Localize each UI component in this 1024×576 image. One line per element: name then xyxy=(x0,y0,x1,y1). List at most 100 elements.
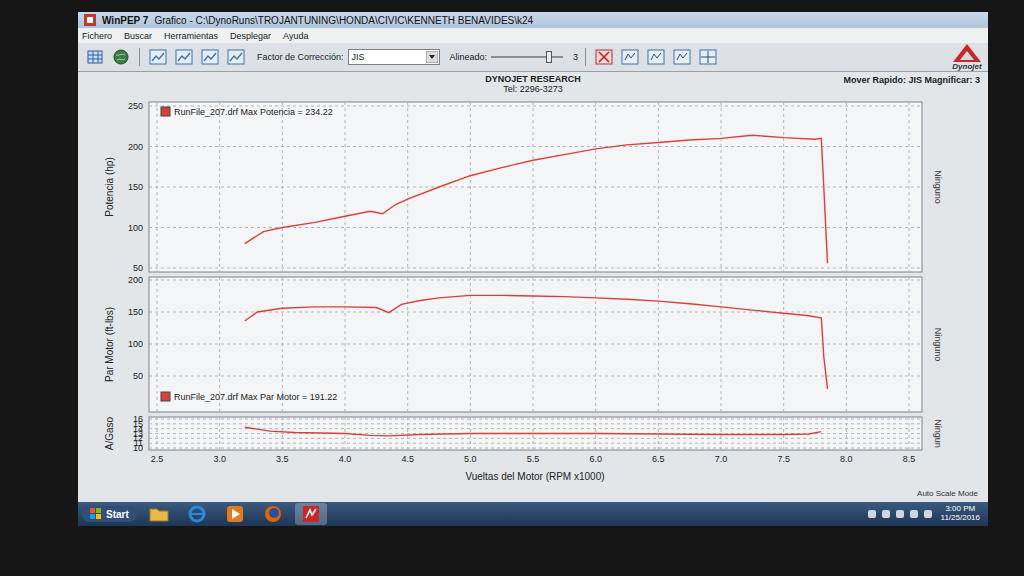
grid-line xyxy=(149,428,922,429)
grid-line xyxy=(149,280,922,281)
grid-line xyxy=(149,146,922,147)
align-slider[interactable] xyxy=(491,50,563,64)
menu-bar: Fichero Buscar Herramientas Desplegar Ayuda xyxy=(78,28,988,43)
view-icon xyxy=(621,49,639,65)
view-icon xyxy=(647,49,665,65)
grid-line xyxy=(783,102,784,272)
clear-button[interactable] xyxy=(593,47,615,67)
graph-icon xyxy=(149,49,167,65)
tray-icon[interactable] xyxy=(923,509,933,519)
tray-icon[interactable] xyxy=(895,509,905,519)
grid-line xyxy=(149,187,922,188)
grid-line xyxy=(149,376,922,377)
y-tick-label: 10 xyxy=(133,443,143,453)
grid-line xyxy=(909,277,910,412)
x-tick-label: 4.5 xyxy=(401,454,414,464)
panel-frame xyxy=(149,277,922,412)
view-button[interactable] xyxy=(671,47,693,67)
dropdown-arrow-icon xyxy=(426,51,438,63)
dyno-chart: 250 200 150 100 50 Potencia (hp) Ninguno RunFil… xyxy=(87,96,977,488)
crosshair-button[interactable] xyxy=(697,47,719,67)
y-axis-title: A/Gaso xyxy=(104,416,115,450)
status-row: Auto Scale Mode xyxy=(78,489,988,502)
firefox-icon xyxy=(264,505,282,523)
align-value: 3 xyxy=(573,52,578,62)
view-icon xyxy=(673,49,691,65)
graph-button[interactable] xyxy=(173,47,195,67)
tray-icon[interactable] xyxy=(881,509,891,519)
winpep-taskbar-button[interactable] xyxy=(295,503,327,525)
legend-text: RunFile_207.drf Max Potencia = 234.22 xyxy=(174,107,333,117)
dynojet-triangle-icon xyxy=(952,43,982,63)
slider-track xyxy=(491,56,563,58)
winpep-icon xyxy=(84,14,96,26)
start-button[interactable]: Start xyxy=(82,506,137,522)
grid-line xyxy=(219,102,220,272)
data-series-line xyxy=(245,427,822,436)
system-tray: 3:00 PM11/25/2016 xyxy=(867,505,984,523)
panel-frame xyxy=(149,417,922,450)
grid-line xyxy=(149,438,922,439)
view-button[interactable] xyxy=(645,47,667,67)
graph-button[interactable] xyxy=(199,47,221,67)
grid-line xyxy=(149,419,922,420)
data-series-line xyxy=(245,295,828,388)
media-player-button[interactable] xyxy=(219,503,251,525)
x-tick-label: 3.0 xyxy=(213,454,226,464)
graph-button[interactable] xyxy=(147,47,169,67)
y-tick-label: 150 xyxy=(128,307,143,317)
graph-icon xyxy=(175,49,193,65)
toolbar-separator xyxy=(585,48,586,66)
windows-logo-icon xyxy=(90,508,102,520)
clock[interactable]: 3:00 PM11/25/2016 xyxy=(937,505,984,523)
x-tick-label: 6.0 xyxy=(589,454,602,464)
grid-line xyxy=(149,344,922,345)
x-tick-label: 5.0 xyxy=(464,454,477,464)
browser-button[interactable] xyxy=(181,503,213,525)
chart-area: 250 200 150 100 50 Potencia (hp) Ninguno RunFil… xyxy=(78,96,988,489)
x-tick-label: 5.5 xyxy=(527,454,540,464)
overlay-label: Ningun xyxy=(933,419,943,448)
explorer-button[interactable] xyxy=(143,503,175,525)
table-button[interactable] xyxy=(84,47,106,67)
window-title: Grafico - C:\DynoRuns\TROJANTUNING\HONDA… xyxy=(154,15,533,26)
x-tick-label: 7.5 xyxy=(777,454,790,464)
y-axis-title: Potencia (hp) xyxy=(104,157,115,216)
grid-line xyxy=(658,277,659,412)
dynojet-logo: Dynojet xyxy=(952,43,982,71)
legend-swatch xyxy=(161,392,170,401)
menu-item[interactable]: Herramientas xyxy=(164,31,218,41)
correction-value: JIS xyxy=(352,52,365,62)
menu-item[interactable]: Fichero xyxy=(82,31,112,41)
view-button[interactable] xyxy=(619,47,641,67)
status-text: Auto Scale Mode xyxy=(917,489,978,502)
grid-line xyxy=(149,227,922,228)
y-tick-label: 50 xyxy=(133,371,143,381)
firefox-button[interactable] xyxy=(257,503,289,525)
monitor-bezel: WinPEP 7Grafico - C:\DynoRuns\TROJANTUNI… xyxy=(0,0,1024,576)
grid-line xyxy=(909,102,910,272)
header-company-block: DYNOJET RESEARCHTel: 2296-3273 xyxy=(485,72,581,96)
y-tick-label: 100 xyxy=(128,223,143,233)
menu-item[interactable]: Buscar xyxy=(124,31,152,41)
slider-thumb[interactable] xyxy=(546,51,552,63)
graph-icon xyxy=(201,49,219,65)
y-tick-label: 50 xyxy=(133,263,143,273)
panel-frame xyxy=(149,102,922,272)
legend-text: RunFile_207.drf Max Par Motor = 191.22 xyxy=(174,392,337,402)
menu-item[interactable]: Desplegar xyxy=(230,31,271,41)
globe-button[interactable] xyxy=(110,47,132,67)
grid-line xyxy=(149,423,922,424)
overlay-label: Ninguno xyxy=(933,328,943,362)
graph-button[interactable] xyxy=(225,47,247,67)
tray-icon[interactable] xyxy=(909,509,919,519)
tray-icon[interactable] xyxy=(867,509,877,519)
legend: RunFile_207.drf Max Par Motor = 191.22 xyxy=(161,392,337,402)
y-tick-label: 200 xyxy=(128,275,143,285)
grid-line xyxy=(149,443,922,444)
y-tick-label: 250 xyxy=(128,101,143,111)
x-tick-label: 3.5 xyxy=(276,454,289,464)
correction-select[interactable]: JIS xyxy=(348,49,440,65)
winpep-icon xyxy=(302,505,320,523)
menu-item[interactable]: Ayuda xyxy=(283,31,308,41)
